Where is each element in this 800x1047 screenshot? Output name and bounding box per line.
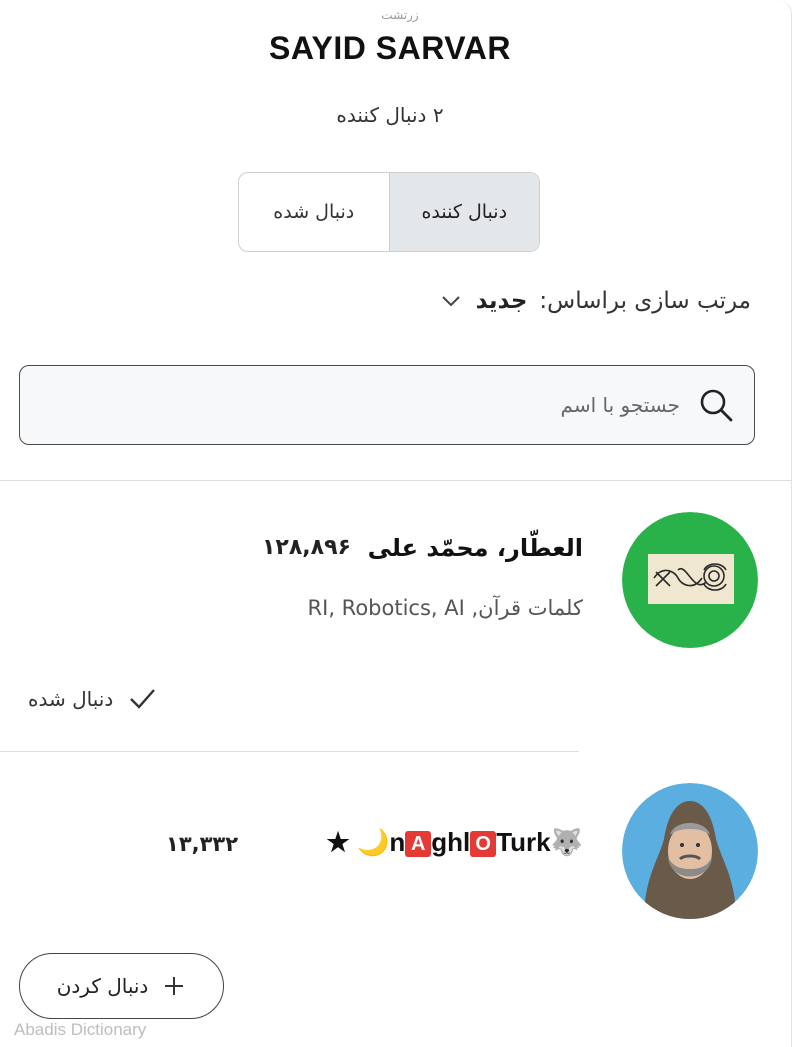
followers-panel: زرتشت SAYID SARVAR ۲ دنبال کننده دنبال ک…: [0, 0, 792, 1047]
following-status-label: دنبال شده: [28, 687, 114, 711]
star-icon: ★: [326, 827, 350, 857]
avatar[interactable]: [622, 783, 758, 919]
chevron-down-icon: [440, 290, 462, 312]
crescent-moon-icon: 🌙: [356, 827, 390, 857]
user-tags: کلمات قرآن, RI, Robotics, AI: [307, 596, 583, 620]
tab-following[interactable]: دنبال شده: [239, 173, 390, 251]
plus-icon: [162, 974, 186, 998]
section-label: زرتشت: [381, 8, 419, 22]
letter-o-badge: O: [470, 831, 497, 858]
follower-count: ۲ دنبال کننده: [336, 103, 444, 127]
watermark: Abadis Dictionary: [14, 1020, 147, 1039]
user-name[interactable]: العطّار، محمّد علی: [368, 534, 583, 562]
wolf-icon: 🐺: [550, 827, 583, 857]
checkmark-icon: [127, 684, 157, 714]
follow-button-label: دنبال کردن: [56, 974, 149, 998]
letter-a-badge: A: [405, 831, 432, 858]
following-status-button[interactable]: دنبال شده: [28, 684, 157, 714]
search-box: [19, 365, 755, 445]
profile-name: SAYID SARVAR: [269, 30, 511, 66]
divider: [0, 480, 791, 481]
avatar[interactable]: [622, 512, 758, 648]
search-input[interactable]: [178, 392, 682, 418]
sort-value: جدید: [475, 288, 528, 314]
follow-tabs: دنبال کننده دنبال شده: [238, 172, 540, 252]
follow-button[interactable]: دنبال کردن: [19, 953, 224, 1019]
user-score: ۱۲۸,۸۹۶: [262, 535, 351, 560]
sort-dropdown[interactable]: مرتب سازی براساس: جدید: [440, 288, 751, 314]
search-icon[interactable]: [696, 385, 736, 425]
user-name[interactable]: 🐺n Aghl O Turk🌙 ★: [326, 827, 583, 858]
tab-followers[interactable]: دنبال کننده: [389, 173, 539, 251]
divider: [0, 751, 579, 752]
sort-label: مرتب سازی براساس:: [539, 288, 751, 314]
user-score: ۱۳,۳۳۲: [166, 832, 239, 856]
